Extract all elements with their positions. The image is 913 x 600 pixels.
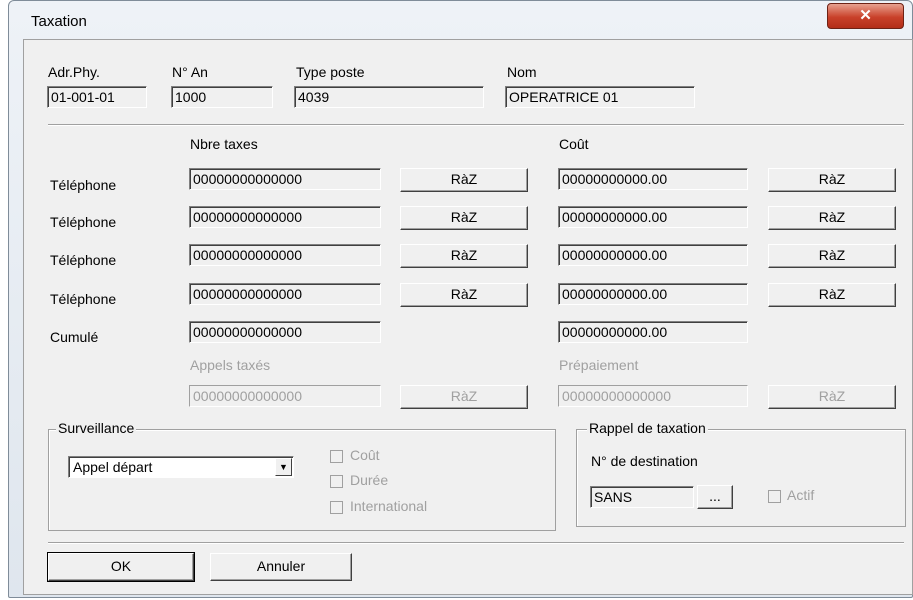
raz-cout-button[interactable]: RàZ bbox=[768, 168, 896, 192]
international-checkbox bbox=[330, 501, 343, 514]
adr-phy-field[interactable]: 01-001-01 bbox=[47, 86, 147, 108]
browse-button[interactable]: ... bbox=[697, 485, 733, 509]
raz-appels-taxes-button: RàZ bbox=[400, 385, 528, 409]
surveillance-select[interactable]: Appel départ ▼ bbox=[68, 456, 294, 478]
cumule-taxes-field[interactable]: 00000000000000 bbox=[189, 321, 381, 343]
prepaiement-field: 00000000000000 bbox=[558, 385, 748, 407]
surveillance-legend: Surveillance bbox=[56, 420, 137, 436]
cout-field[interactable]: 00000000000.00 bbox=[558, 168, 748, 190]
raz-taxes-button[interactable]: RàZ bbox=[400, 244, 528, 268]
actif-checkbox bbox=[768, 490, 781, 503]
row-label: Téléphone bbox=[50, 252, 117, 268]
dialog-window: Taxation ✕ Adr.Phy. 01-001-01 N° An 1000… bbox=[8, 0, 913, 598]
destination-field[interactable]: SANS bbox=[590, 486, 694, 508]
separator-bottom bbox=[48, 542, 904, 544]
n-an-field[interactable]: 1000 bbox=[171, 86, 273, 108]
appels-taxes-field: 00000000000000 bbox=[189, 385, 381, 407]
nbre-taxes-field[interactable]: 00000000000000 bbox=[189, 283, 381, 305]
adr-phy-label: Adr.Phy. bbox=[48, 64, 100, 80]
row-label: Téléphone bbox=[50, 177, 117, 193]
duree-checkbox bbox=[330, 475, 343, 488]
raz-taxes-button[interactable]: RàZ bbox=[400, 283, 528, 307]
nom-label: Nom bbox=[507, 64, 537, 80]
raz-taxes-button[interactable]: RàZ bbox=[400, 206, 528, 230]
cumule-label: Cumulé bbox=[50, 329, 99, 345]
cout-checkbox bbox=[330, 450, 343, 463]
nom-field[interactable]: OPERATRICE 01 bbox=[505, 86, 695, 108]
dialog-client-area: Adr.Phy. 01-001-01 N° An 1000 Type poste… bbox=[23, 39, 913, 595]
destination-label: N° de destination bbox=[591, 453, 698, 469]
nbre-taxes-field[interactable]: 00000000000000 bbox=[189, 244, 381, 266]
type-poste-label: Type poste bbox=[296, 64, 365, 80]
cout-checkbox-label: Coût bbox=[350, 447, 380, 463]
cout-field[interactable]: 00000000000.00 bbox=[558, 244, 748, 266]
raz-cout-button[interactable]: RàZ bbox=[768, 206, 896, 230]
cumule-cout-field[interactable]: 00000000000.00 bbox=[558, 321, 748, 343]
cout-field[interactable]: 00000000000.00 bbox=[558, 206, 748, 228]
nbre-taxes-header: Nbre taxes bbox=[190, 136, 258, 152]
rappel-group bbox=[576, 429, 906, 527]
international-checkbox-label: International bbox=[350, 498, 428, 514]
n-an-label: N° An bbox=[172, 64, 208, 80]
row-label: Téléphone bbox=[50, 291, 117, 307]
close-button[interactable]: ✕ bbox=[827, 3, 904, 29]
cancel-button[interactable]: Annuler bbox=[210, 553, 352, 581]
surveillance-group bbox=[48, 429, 556, 531]
nbre-taxes-field[interactable]: 00000000000000 bbox=[189, 168, 381, 190]
raz-prepaiement-button: RàZ bbox=[768, 385, 896, 409]
ok-button[interactable]: OK bbox=[48, 553, 194, 581]
nbre-taxes-field[interactable]: 00000000000000 bbox=[189, 206, 381, 228]
raz-cout-button[interactable]: RàZ bbox=[768, 244, 896, 268]
duree-checkbox-label: Durée bbox=[350, 472, 389, 488]
rappel-legend: Rappel de taxation bbox=[587, 420, 708, 436]
raz-cout-button[interactable]: RàZ bbox=[768, 283, 896, 307]
type-poste-field[interactable]: 4039 bbox=[294, 86, 484, 108]
separator-top bbox=[48, 124, 904, 126]
window-title: Taxation bbox=[31, 13, 87, 30]
actif-checkbox-label: Actif bbox=[787, 487, 815, 503]
surveillance-select-value: Appel départ bbox=[73, 459, 153, 475]
cout-header: Coût bbox=[559, 136, 589, 152]
appels-taxes-label: Appels taxés bbox=[190, 357, 271, 373]
cout-field[interactable]: 00000000000.00 bbox=[558, 283, 748, 305]
chevron-down-icon[interactable]: ▼ bbox=[275, 458, 292, 476]
raz-taxes-button[interactable]: RàZ bbox=[400, 168, 528, 192]
row-label: Téléphone bbox=[50, 214, 117, 230]
prepaiement-label: Prépaiement bbox=[559, 357, 639, 373]
